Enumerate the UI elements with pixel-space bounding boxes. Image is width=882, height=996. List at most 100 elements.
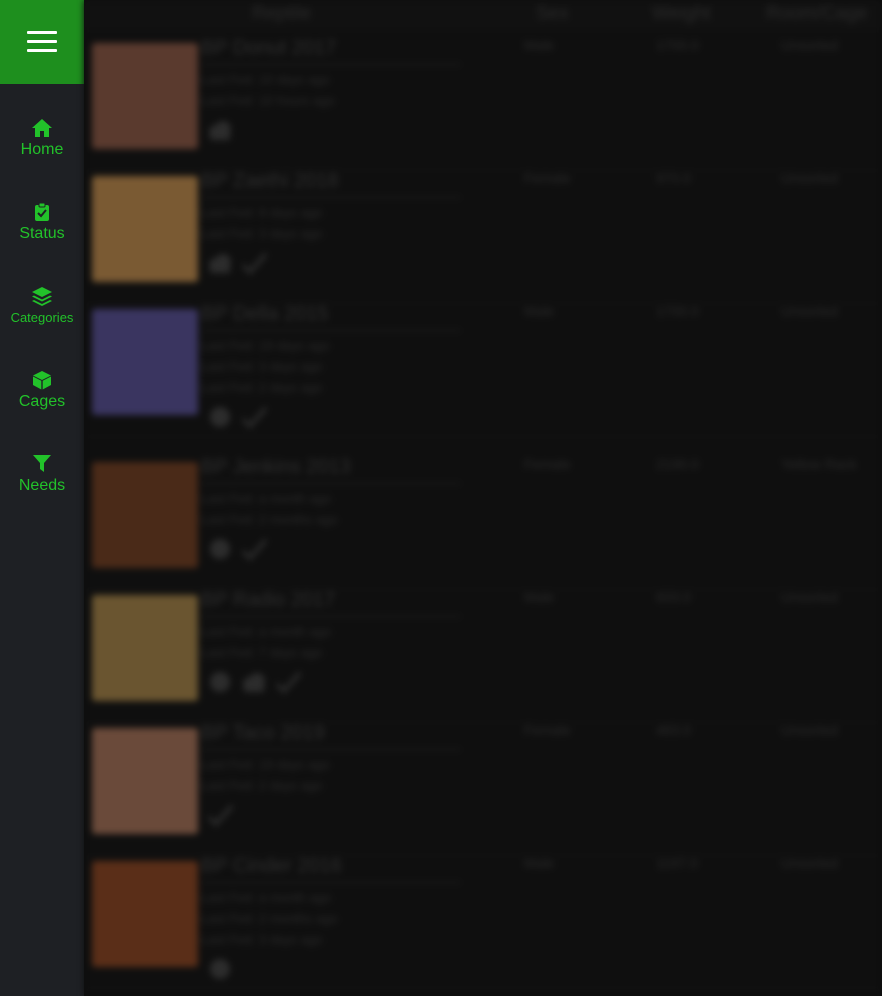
nav-item-home[interactable]: Home xyxy=(0,98,84,178)
table-row[interactable]: BP Taco 2019 Last Fed: 19 days ago Last Fe… xyxy=(84,722,882,856)
reptile-name[interactable]: BP Jenkins 2013 xyxy=(201,456,461,484)
sex-cell: Male xyxy=(524,303,555,319)
cloud-icon xyxy=(206,118,234,142)
reptile-name[interactable]: BP Taco 2019 xyxy=(201,722,461,750)
table-header: Reptile Sex Weight Room/Cage xyxy=(84,0,882,30)
reptile-photo[interactable] xyxy=(92,595,198,701)
column-header-reptile[interactable]: Reptile xyxy=(252,3,311,25)
last-fed-text: Last Fed: a month ago xyxy=(201,624,332,639)
nav-item-label: Categories xyxy=(10,309,74,325)
last-fed-text: Last Fed: a month ago xyxy=(201,890,332,905)
last-fed-text: Last Fed: 10 hours ago xyxy=(201,93,335,108)
table-row[interactable]: BP Zaethi 2018 Last Fed: 9 days ago Last F… xyxy=(84,170,882,304)
nav-item-label: Cages xyxy=(18,392,66,410)
reptile-table: Reptile Sex Weight Room/Cage BP Donut 20… xyxy=(84,0,882,996)
check-icon xyxy=(274,670,302,694)
last-fed-text: Last Fed: 9 days ago xyxy=(201,205,323,220)
weight-cell: 1700.0 xyxy=(656,37,699,53)
nav-item-label: Status xyxy=(19,224,65,242)
table-row[interactable]: BP Cinder 2016 Last Fed: a month ago Last … xyxy=(84,855,882,989)
status-icons xyxy=(206,405,268,429)
home-icon xyxy=(32,118,52,137)
status-icons xyxy=(206,957,234,981)
cage-cell: Unsorted xyxy=(781,37,838,53)
table-row[interactable]: BP Jenkins 2013 Last Fed: a month ago Last… xyxy=(84,456,882,590)
sidebar: Home Status Categories Cages Needs xyxy=(0,0,84,996)
weight-cell: 2190.0 xyxy=(656,456,699,472)
last-fed-text: Last Fed: 19 days ago xyxy=(201,338,330,353)
reptile-name[interactable]: BP Radio 2017 xyxy=(201,589,461,617)
status-icons xyxy=(206,251,268,275)
sex-cell: Male xyxy=(524,589,555,605)
weight-cell: 1700.0 xyxy=(656,303,699,319)
nav-item-categories[interactable]: Categories xyxy=(0,266,84,346)
sex-cell: Male xyxy=(524,37,555,53)
reptile-photo[interactable] xyxy=(92,176,198,282)
column-header-sex[interactable]: Sex xyxy=(536,3,569,25)
reptile-photo[interactable] xyxy=(92,462,198,568)
check-icon xyxy=(240,405,268,429)
reptile-name[interactable]: BP Cinder 2016 xyxy=(201,855,461,883)
cage-cell: Yellow Rack xyxy=(781,456,857,472)
cloud-icon xyxy=(206,251,234,275)
table-row[interactable]: BP Radio 2017 Last Fed: a month ago Last F… xyxy=(84,589,882,723)
last-fed-text: Last Fed: a month ago xyxy=(201,491,332,506)
last-fed-text: Last Fed: 10 days ago xyxy=(201,72,330,87)
reptile-photo[interactable] xyxy=(92,861,198,967)
last-fed-text: Last Fed: 3 days ago xyxy=(201,359,323,374)
last-fed-text: Last Fed: 2 days ago xyxy=(201,380,323,395)
check-icon xyxy=(240,251,268,275)
cage-cell: Unsorted xyxy=(781,589,838,605)
last-fed-text: Last Fed: 7 days ago xyxy=(201,645,323,660)
weight-cell: 483.0 xyxy=(656,722,692,738)
menu-toggle-button[interactable] xyxy=(0,0,84,84)
reptile-photo[interactable] xyxy=(92,43,198,149)
status-icons xyxy=(206,803,234,827)
ball-icon xyxy=(206,405,234,429)
reptile-name[interactable]: BP Donut 2017 xyxy=(201,37,461,65)
table-row[interactable]: BP Della 2015 Last Fed: 19 days ago Last F… xyxy=(84,303,882,437)
check-icon xyxy=(240,537,268,561)
last-fed-text: Last Fed: 3 days ago xyxy=(201,226,323,241)
ball-icon xyxy=(206,957,234,981)
weight-cell: 833.0 xyxy=(656,589,692,605)
hamburger-icon xyxy=(27,31,57,53)
reptile-photo[interactable] xyxy=(92,309,198,415)
weight-cell: 1197.0 xyxy=(656,855,698,871)
cage-cell: Unsorted xyxy=(781,303,838,319)
column-header-weight[interactable]: Weight xyxy=(652,3,711,25)
status-icons xyxy=(206,118,234,142)
status-icons xyxy=(206,537,268,561)
reptile-name[interactable]: BP Della 2015 xyxy=(201,303,461,331)
sex-cell: Female xyxy=(524,170,571,186)
weight-cell: 970.0 xyxy=(656,170,692,186)
table-row[interactable]: BP Donut 2017 Last Fed: 10 days ago Last F… xyxy=(84,37,882,171)
cube-icon xyxy=(33,370,51,389)
nav-item-label: Home xyxy=(20,140,64,158)
last-fed-text: Last Fed: 2 months ago xyxy=(201,512,338,527)
filter-icon xyxy=(33,454,51,472)
reptile-photo[interactable] xyxy=(92,728,198,834)
check-icon xyxy=(206,803,234,827)
clipboard-check-icon xyxy=(35,202,49,221)
last-fed-text: Last Fed: 19 days ago xyxy=(201,757,330,772)
last-fed-text: Last Fed: 2 months ago xyxy=(201,911,338,926)
nav-item-cages[interactable]: Cages xyxy=(0,350,84,430)
cage-cell: Unsorted xyxy=(781,855,838,871)
cloud-icon xyxy=(240,670,268,694)
ball-icon xyxy=(206,670,234,694)
nav-item-status[interactable]: Status xyxy=(0,182,84,262)
nav-item-needs[interactable]: Needs xyxy=(0,434,84,514)
layers-icon xyxy=(32,286,52,306)
status-icons xyxy=(206,670,302,694)
last-fed-text: Last Fed: 3 days ago xyxy=(201,932,323,947)
sex-cell: Male xyxy=(524,855,555,871)
cage-cell: Unsorted xyxy=(781,722,838,738)
sex-cell: Female xyxy=(524,456,571,472)
column-header-room-cage[interactable]: Room/Cage xyxy=(766,3,867,25)
nav-item-label: Needs xyxy=(18,476,66,494)
sex-cell: Female xyxy=(524,722,571,738)
ball-icon xyxy=(206,537,234,561)
last-fed-text: Last Fed: 2 days ago xyxy=(201,778,323,793)
reptile-name[interactable]: BP Zaethi 2018 xyxy=(201,170,461,198)
